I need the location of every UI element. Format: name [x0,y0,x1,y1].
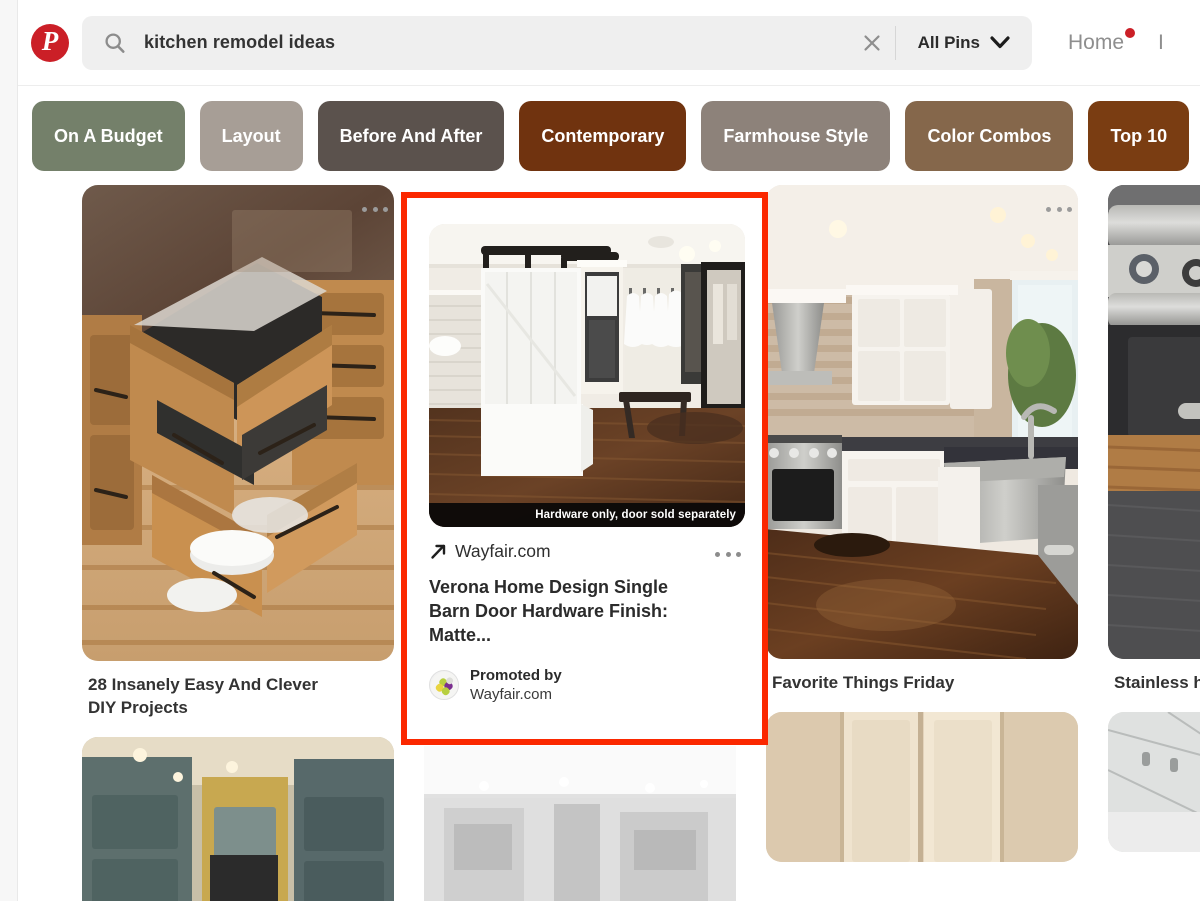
filter-chip-label: Before And After [340,126,483,147]
top-header-bar: P kitchen remodel ideas [18,0,1200,86]
pin-artwork-white-barn-door [429,224,745,527]
filter-chip-label: Contemporary [541,126,664,147]
search-field[interactable]: kitchen remodel ideas [82,16,849,70]
chevron-down-icon [990,36,1010,49]
promoted-source-row[interactable]: Wayfair.com [429,541,745,562]
search-clear-button[interactable] [849,16,895,70]
nav-item-following-label: I [1158,31,1164,54]
filter-chip-label: Color Combos [927,126,1051,147]
filter-chip-layout[interactable]: Layout [200,101,303,171]
more-options-icon[interactable] [1046,199,1072,219]
page-left-gutter [0,0,18,901]
pin-card[interactable] [424,746,736,901]
pin-meta: Stainless holding [1108,659,1200,694]
promoted-by-row[interactable]: Promoted by Wayfair.com [429,666,745,704]
pinterest-logo-icon[interactable]: P [31,24,69,62]
pin-image[interactable] [766,712,1078,862]
pin-artwork-white-kitchen-sink [766,185,1078,659]
more-options-icon[interactable] [715,547,741,561]
pin-card[interactable]: 28 Insanely Easy And Clever DIY Projects [82,185,394,719]
pin-image[interactable] [82,185,394,661]
nav-item-home-label: Home [1068,31,1124,54]
promoted-by-name: Wayfair.com [470,685,562,704]
pin-image[interactable] [424,746,736,901]
pin-artwork-wood-corner-drawers [82,185,394,661]
pin-artwork-stainless-stove [1108,185,1200,659]
promoted-pin-title[interactable]: Verona Home Design Single Barn Door Hard… [429,576,674,648]
pin-artwork-cream-cabinet-doors [766,712,1078,862]
highlight-annotation-box: Hardware only, door sold separately Wayf… [401,192,768,745]
search-icon [102,30,128,56]
pin-column-0: 28 Insanely Easy And Clever DIY Projects [82,185,394,901]
promoted-pin-card[interactable]: Hardware only, door sold separately Wayf… [429,224,745,704]
promoted-image-caption: Hardware only, door sold separately [429,503,745,527]
filter-chip-before-and-after[interactable]: Before And After [318,101,505,171]
pin-meta: Favorite Things Friday [766,659,1078,694]
pinterest-search-results-page: P kitchen remodel ideas [0,0,1200,901]
more-options-icon[interactable] [362,199,388,219]
filter-chip-farmhouse-style[interactable]: Farmhouse Style [701,101,890,171]
nav-item-home[interactable]: Home [1068,31,1124,55]
header-nav: Home I [1032,0,1200,86]
filter-chip-label: Layout [222,126,281,147]
pin-title[interactable]: 28 Insanely Easy And Clever DIY Projects [88,673,388,719]
notification-badge-dot [1125,28,1135,38]
filter-chip-label: On A Budget [54,126,163,147]
pin-title[interactable]: Favorite Things Friday [772,671,1072,694]
nav-item-following[interactable]: I [1158,31,1164,55]
logo-container: P [18,24,82,62]
filter-chip-contemporary[interactable]: Contemporary [519,101,686,171]
pin-artwork-white-kitchen-blur [424,746,736,901]
filter-chips-row: On A Budget Layout Before And After Cont… [18,87,1200,185]
promoted-by-text: Promoted by Wayfair.com [470,666,562,704]
pin-card[interactable] [766,712,1078,862]
pin-image[interactable] [1108,185,1200,659]
filter-chip-top-10[interactable]: Top 10 [1088,101,1189,171]
filter-chip-color-combos[interactable]: Color Combos [905,101,1073,171]
pin-image[interactable] [766,185,1078,659]
all-pins-label: All Pins [918,33,980,53]
pin-card[interactable]: Stainless holding [1108,185,1200,694]
pin-artwork-teal-cabinets [82,737,394,901]
search-input-value[interactable]: kitchen remodel ideas [144,32,849,53]
pin-image[interactable] [1108,712,1200,852]
filter-chip-label: Farmhouse Style [723,126,868,147]
filter-chip-label: Top 10 [1110,126,1167,147]
promoted-pin-image[interactable]: Hardware only, door sold separately [429,224,745,527]
pin-meta: 28 Insanely Easy And Clever DIY Projects [82,661,394,719]
pin-image[interactable] [82,737,394,901]
pin-column-2: Favorite Things Friday [766,185,1078,880]
pin-column-3: Stainless holding [1108,185,1200,870]
filter-chip-on-a-budget[interactable]: On A Budget [32,101,185,171]
external-link-arrow-icon [429,543,447,561]
search-bar[interactable]: kitchen remodel ideas All Pins [82,16,1032,70]
all-pins-dropdown[interactable]: All Pins [896,16,1032,70]
pin-card[interactable]: Favorite Things Friday [766,185,1078,694]
wayfair-avatar-icon [429,670,459,700]
pin-card[interactable] [82,737,394,901]
promoted-by-label: Promoted by [470,666,562,685]
pin-title[interactable]: Stainless holding [1114,671,1200,694]
pin-artwork-grey-tile-ceiling [1108,712,1200,852]
promoted-source-label[interactable]: Wayfair.com [455,541,551,562]
pin-card[interactable] [1108,712,1200,852]
